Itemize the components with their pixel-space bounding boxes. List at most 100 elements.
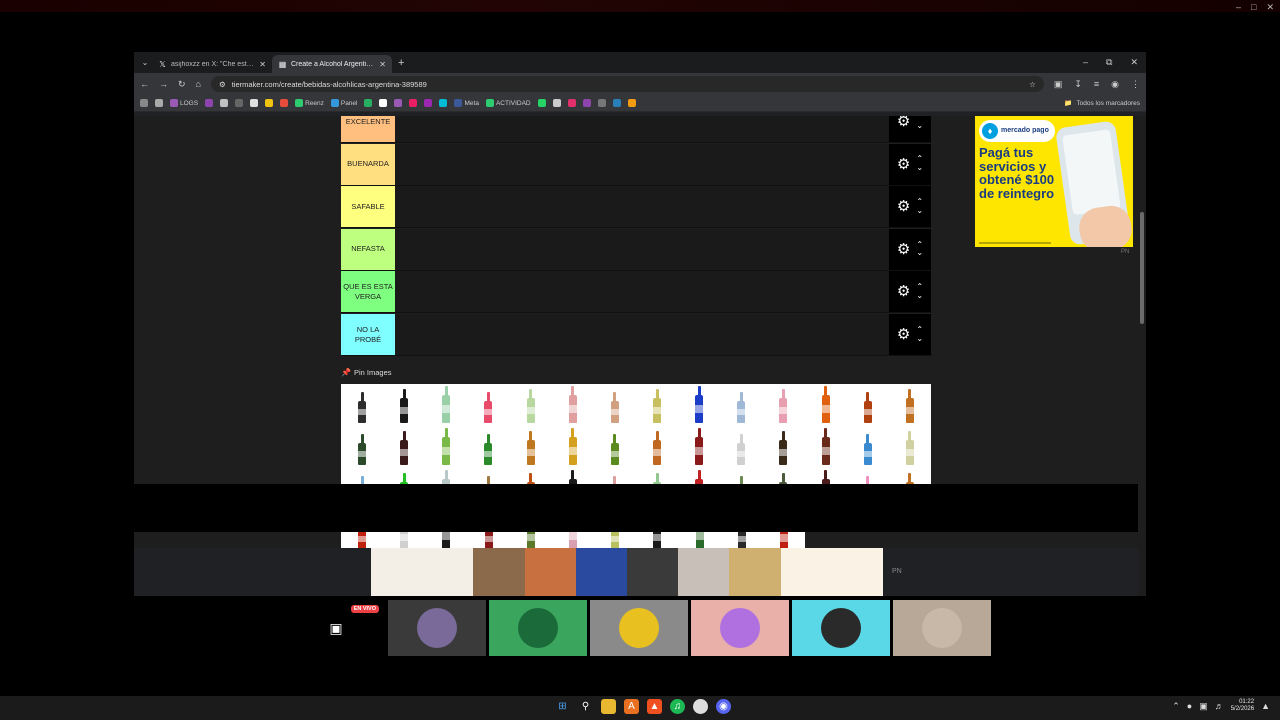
minimize-icon[interactable]: – (1083, 57, 1088, 68)
bookmark-item[interactable] (155, 99, 163, 107)
bookmark-item[interactable] (537, 99, 546, 107)
scrollbar[interactable] (1138, 116, 1146, 596)
profile-icon[interactable]: ◉ (1111, 79, 1119, 90)
drink-image[interactable] (594, 384, 636, 426)
drink-image[interactable] (341, 426, 383, 468)
drink-image[interactable] (425, 426, 467, 468)
drink-image[interactable] (889, 426, 931, 468)
gear-icon[interactable]: ⚙ (897, 116, 910, 129)
move-down-icon[interactable]: ⌄ (916, 163, 923, 173)
maximize-icon[interactable]: □ (1251, 2, 1256, 13)
drink-image[interactable] (720, 426, 762, 468)
participant-tile[interactable] (893, 600, 991, 656)
tier-drop-zone[interactable] (395, 186, 889, 228)
drink-image[interactable] (467, 426, 509, 468)
forward-icon[interactable]: → (159, 79, 168, 89)
drink-image[interactable] (594, 426, 636, 468)
participant-tile[interactable] (590, 600, 688, 656)
close-tab-icon[interactable]: ✕ (379, 60, 386, 69)
gear-icon[interactable]: ⚙ (897, 199, 910, 214)
bottom-ad[interactable] (371, 548, 884, 596)
bookmark-item[interactable] (409, 99, 418, 107)
move-down-icon[interactable]: ⌄ (916, 291, 923, 301)
restore-icon[interactable]: ⧉ (1106, 57, 1112, 68)
drink-image[interactable] (720, 384, 762, 426)
drink-image[interactable] (889, 384, 931, 426)
network-icon[interactable]: ▣ (1199, 701, 1208, 712)
pin-images-toggle[interactable]: 📌 Pin Images (341, 368, 392, 377)
drink-image[interactable] (467, 384, 509, 426)
site-info-icon[interactable]: ⚙ (219, 80, 226, 89)
tier-drop-zone[interactable] (395, 228, 889, 270)
chrome-icon[interactable] (693, 699, 708, 714)
participant-tile[interactable] (388, 600, 486, 656)
tab-search-icon[interactable]: ⌄ (138, 56, 152, 70)
drink-image[interactable] (678, 384, 720, 426)
bookmark-item[interactable]: Reenz (295, 99, 324, 107)
bookmark-item[interactable]: LOGS (170, 99, 198, 107)
drink-image[interactable] (805, 384, 847, 426)
participant-tile[interactable] (691, 600, 789, 656)
tier-drop-zone[interactable] (395, 143, 889, 185)
tier-label[interactable]: SAFABLE (341, 186, 395, 228)
mercado-pago-ad[interactable]: ♦ mercado pago Pagá tus servicios y obte… (975, 116, 1133, 247)
brave-icon[interactable]: ▲ (647, 699, 662, 714)
bookmark-item[interactable] (582, 99, 591, 107)
bookmark-item[interactable] (597, 99, 606, 107)
gear-icon[interactable]: ⚙ (897, 157, 910, 172)
move-down-icon[interactable]: ⌄ (916, 121, 923, 131)
drink-image[interactable] (762, 384, 804, 426)
tab-tiermaker[interactable]: ▦ Create a Alcohol Argentina (En ✕ (272, 55, 392, 73)
bookmark-star-icon[interactable]: ☆ (1029, 80, 1036, 89)
gear-icon[interactable]: ⚙ (897, 242, 910, 257)
scrollbar-thumb[interactable] (1140, 212, 1144, 324)
bookmark-item[interactable] (394, 99, 403, 107)
drink-image[interactable] (383, 426, 425, 468)
bookmark-item[interactable]: ACTIVIDAD (485, 99, 531, 107)
discord-icon[interactable]: ◉ (716, 699, 731, 714)
drink-image[interactable] (510, 426, 552, 468)
close-icon[interactable]: ✕ (1266, 2, 1274, 13)
tier-label[interactable]: QUE ES ESTA VERGA (341, 271, 395, 313)
drink-image[interactable] (678, 426, 720, 468)
volume-icon[interactable]: ♬ (1215, 701, 1224, 711)
drink-image[interactable] (425, 384, 467, 426)
drink-image[interactable] (383, 384, 425, 426)
notification-icon[interactable]: ▲ (1261, 701, 1270, 711)
participant-tile[interactable] (792, 600, 890, 656)
app-icon[interactable]: A (624, 699, 639, 714)
drink-image[interactable] (552, 384, 594, 426)
file-explorer-icon[interactable] (601, 699, 616, 714)
tier-drop-zone[interactable] (395, 271, 889, 313)
bookmark-item[interactable]: Meta (454, 99, 479, 107)
close-tab-icon[interactable]: ✕ (259, 60, 266, 69)
drink-image[interactable] (636, 426, 678, 468)
search-icon[interactable]: ⚲ (578, 699, 593, 714)
new-tab-icon[interactable]: + (398, 57, 404, 69)
drink-image[interactable] (636, 384, 678, 426)
bookmark-item[interactable] (612, 99, 621, 107)
spotify-icon[interactable]: ♫ (670, 699, 685, 714)
bookmark-item[interactable] (235, 99, 244, 107)
start-icon[interactable]: ⊞ (555, 699, 570, 714)
home-icon[interactable]: ⌂ (196, 79, 201, 89)
bookmark-item[interactable] (627, 99, 636, 107)
tier-label[interactable]: NEFASTA (341, 228, 395, 270)
extensions-icon[interactable]: ▣ (1054, 79, 1063, 90)
tier-label[interactable]: EXCELENTE (341, 116, 395, 142)
participant-tile[interactable] (489, 600, 587, 656)
bookmark-item[interactable] (439, 99, 448, 107)
bookmark-item[interactable] (424, 99, 433, 107)
bookmark-item[interactable] (364, 99, 373, 107)
reload-icon[interactable]: ↻ (178, 79, 186, 90)
move-down-icon[interactable]: ⌄ (916, 334, 923, 344)
tray-chevron-icon[interactable]: ⌃ (1172, 701, 1180, 712)
drink-image[interactable] (341, 384, 383, 426)
participant-tile[interactable]: ▣ EN VIVO (287, 600, 385, 656)
tier-label[interactable]: NO LA PROBÉ (341, 314, 395, 355)
gear-icon[interactable]: ⚙ (897, 284, 910, 299)
tier-drop-zone[interactable] (395, 314, 889, 355)
tab-x[interactable]: 𝕏 asijhoxzz en X: "Che estaba al ✕ (152, 55, 272, 73)
move-down-icon[interactable]: ⌄ (916, 206, 923, 216)
download-icon[interactable]: ↧ (1074, 79, 1082, 90)
